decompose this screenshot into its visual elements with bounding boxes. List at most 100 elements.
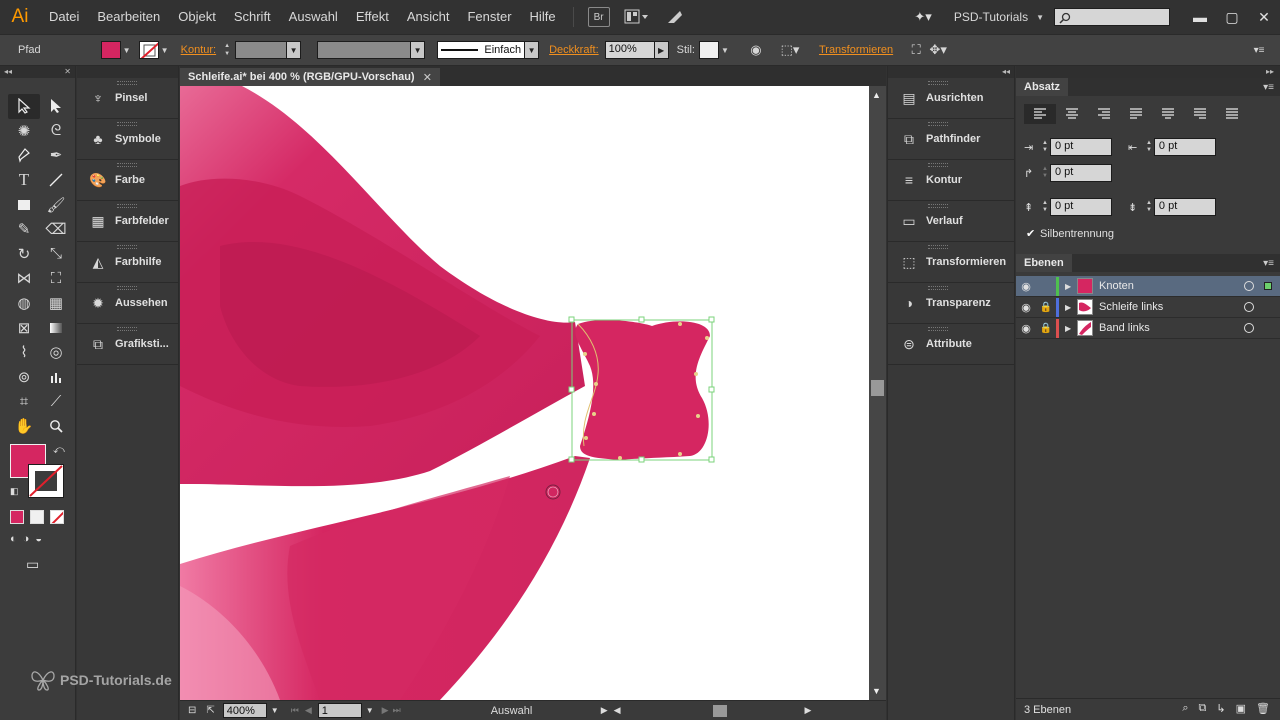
scroll-right-icon[interactable]: ▶	[805, 705, 812, 716]
prev-artboard-icon[interactable]: ◀	[305, 705, 312, 716]
symbol-sprayer-tool-icon[interactable]: ⊚	[8, 365, 40, 390]
justify-right-icon[interactable]	[1184, 104, 1216, 124]
panel-grafikstile[interactable]: ⧉ Grafiksti...	[77, 324, 178, 365]
menu-bearbeiten[interactable]: Bearbeiten	[88, 0, 169, 34]
chevron-down-icon[interactable]: ▼	[719, 41, 731, 59]
line-tool-icon[interactable]	[40, 168, 72, 193]
target-icon[interactable]	[1244, 323, 1254, 333]
hand-tool-icon[interactable]: ✋	[8, 414, 40, 439]
eye-icon[interactable]: ◉	[1016, 301, 1036, 314]
paintbrush-tool-icon[interactable]: 🖌	[40, 192, 72, 217]
menu-ansicht[interactable]: Ansicht	[398, 0, 459, 34]
panel-grip[interactable]	[117, 245, 137, 249]
stepper-icon[interactable]: ▲ ▼	[1042, 166, 1048, 180]
align-right-icon[interactable]	[1088, 104, 1120, 124]
space-before-field[interactable]: 0 pt	[1049, 198, 1112, 216]
vertical-scrollbar[interactable]: ▲ ▼	[869, 86, 886, 700]
direct-selection-tool-icon[interactable]	[40, 94, 72, 119]
panel-menu-icon[interactable]: ▾≡	[1263, 82, 1274, 93]
panel-menu-icon[interactable]: ▾≡	[1248, 40, 1270, 60]
layer-row-schleife-links[interactable]: ◉ 🔒 ▶ Schleife links	[1016, 297, 1280, 318]
width-tool-icon[interactable]: ⋈	[8, 266, 40, 291]
layer-name[interactable]: Schleife links	[1099, 301, 1163, 313]
justify-all-icon[interactable]	[1216, 104, 1248, 124]
screen-mode-icon[interactable]: ▭	[26, 556, 39, 573]
minimize-button[interactable]: ▬	[1184, 0, 1216, 34]
panel-grip[interactable]	[117, 204, 137, 208]
left-indent-field[interactable]: 0 pt	[1049, 138, 1112, 156]
magic-wand-tool-icon[interactable]: ✺	[8, 119, 40, 144]
chevron-down-icon[interactable]: ▼	[366, 706, 374, 715]
tools-panel-header[interactable]: ◂◂ ✕	[0, 66, 75, 78]
align-left-icon[interactable]	[1024, 104, 1056, 124]
variable-width-profile[interactable]	[317, 41, 412, 59]
chevron-right-icon[interactable]: ▶	[654, 41, 669, 59]
panel-kontur[interactable]: ≡ Kontur	[888, 160, 1014, 201]
stroke-weight-stepper[interactable]: ▲ ▼	[222, 41, 232, 59]
chevron-down-icon[interactable]: ▼	[287, 41, 302, 59]
panel-ausrichten[interactable]: ▤ Ausrichten	[888, 78, 1014, 119]
artboard-canvas[interactable]	[180, 86, 869, 700]
brush-definition-field[interactable]: Einfach	[437, 41, 526, 59]
artboard-tool-icon[interactable]: ⌗	[8, 389, 40, 414]
chevron-down-icon[interactable]: ▼	[271, 706, 279, 715]
panel-grip[interactable]	[117, 327, 137, 331]
artboard-navigator-icon[interactable]: ⊟	[188, 705, 196, 716]
isolate-icon[interactable]: ⛶	[905, 40, 927, 60]
workspace-switcher[interactable]: PSD-Tutorials	[946, 10, 1036, 24]
menu-datei[interactable]: Datei	[40, 0, 88, 34]
lock-icon[interactable]: 🔒	[1036, 323, 1056, 334]
panel-grip[interactable]	[928, 204, 948, 208]
chevron-down-icon[interactable]: ▼	[411, 41, 426, 59]
layer-row-knoten[interactable]: ◉ ▶ Knoten	[1016, 276, 1280, 297]
panel-pathfinder[interactable]: ⧉ Pathfinder	[888, 119, 1014, 160]
bridge-button[interactable]: Br	[587, 7, 610, 27]
blend-tool-icon[interactable]: ◎	[40, 340, 72, 365]
color-mode-button[interactable]	[10, 510, 24, 524]
locate-object-icon[interactable]: ⌕	[1182, 702, 1188, 715]
zoom-field[interactable]: 400%	[222, 703, 267, 718]
free-transform-tool-icon[interactable]: ⛶	[40, 266, 72, 291]
menu-hilfe[interactable]: Hilfe	[521, 0, 565, 34]
scroll-up-icon[interactable]: ▲	[872, 90, 881, 100]
curvature-tool-icon[interactable]: ✒	[40, 143, 72, 168]
stroke-swatch-none[interactable]	[138, 41, 159, 59]
panel-grip[interactable]	[117, 163, 137, 167]
space-after-field[interactable]: 0 pt	[1153, 198, 1216, 216]
panel-dock-header[interactable]	[77, 66, 178, 78]
gradient-tool-icon[interactable]	[40, 315, 72, 340]
panel-grip[interactable]	[117, 122, 137, 126]
lasso-tool-icon[interactable]: ᘓ	[40, 119, 72, 144]
panel-transparenz[interactable]: ◑ Transparenz	[888, 283, 1014, 324]
close-icon[interactable]: ✕	[423, 71, 432, 84]
menu-schrift[interactable]: Schrift	[225, 0, 280, 34]
chevron-down-icon[interactable]: ▼	[121, 41, 133, 59]
panel-grip[interactable]	[928, 122, 948, 126]
selected-art-indicator[interactable]	[1264, 282, 1272, 290]
eye-icon[interactable]: ◉	[1016, 322, 1036, 335]
export-icon[interactable]: ⇱	[206, 705, 214, 716]
arrange-documents-icon[interactable]	[622, 7, 652, 27]
scale-tool-icon[interactable]: ⤡	[40, 242, 72, 267]
panel-farbhilfe[interactable]: ◭ Farbhilfe	[77, 242, 178, 283]
graphic-style-swatch[interactable]	[698, 41, 719, 59]
stepper-icon[interactable]: ▲ ▼	[1146, 200, 1152, 214]
chevron-down-icon[interactable]: ▼	[159, 41, 171, 59]
stroke-weight-field[interactable]	[235, 41, 288, 59]
layer-row-band-links[interactable]: ◉ 🔒 ▶ Band links	[1016, 318, 1280, 339]
panel-farbfelder[interactable]: ▦ Farbfelder	[77, 201, 178, 242]
swap-fill-stroke-icon[interactable]: ⤺	[53, 444, 65, 457]
clipping-mask-icon[interactable]: ⧉	[1199, 702, 1207, 715]
transform-link[interactable]: Transformieren	[819, 44, 893, 56]
scrollbar-thumb[interactable]	[871, 380, 884, 396]
search-input[interactable]	[1054, 8, 1170, 26]
menu-fenster[interactable]: Fenster	[458, 0, 520, 34]
knot-shape[interactable]	[575, 320, 710, 460]
panel-grip[interactable]	[928, 81, 948, 85]
artboard-number-field[interactable]: 1	[317, 703, 362, 718]
selection-tool-icon[interactable]	[8, 94, 40, 119]
panel-grip[interactable]	[928, 327, 948, 331]
align-options-icon[interactable]: ⬚▾	[779, 40, 801, 60]
layer-name[interactable]: Knoten	[1099, 280, 1134, 292]
menu-effekt[interactable]: Effekt	[347, 0, 398, 34]
